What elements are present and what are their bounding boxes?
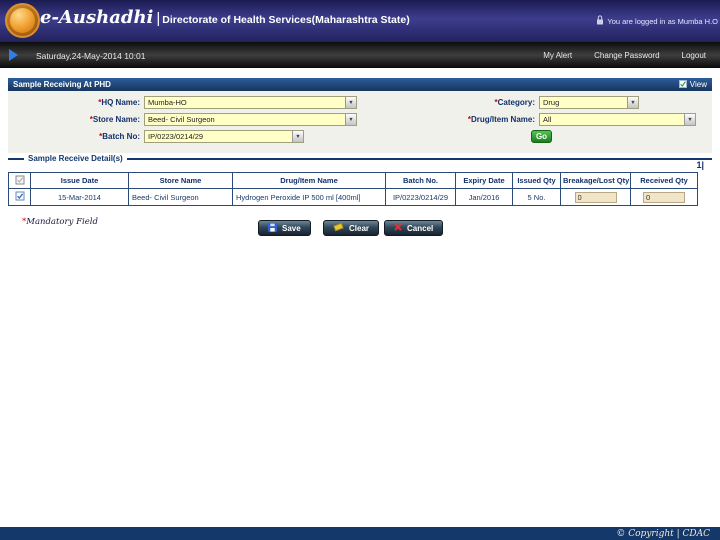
hq-name-label-text: HQ Name: (101, 98, 140, 107)
view-label: View (689, 80, 707, 89)
cell-received-qty (630, 188, 698, 206)
mandatory-note-text: Mandatory Field (26, 217, 98, 227)
save-icon (268, 222, 277, 234)
app-window: e-Aushadhi | Directorate of Health Servi… (0, 0, 720, 540)
hq-name-value: Mumba-HO (148, 98, 187, 107)
go-button[interactable]: Go (531, 130, 552, 143)
org-name: Directorate of Health Services(Maharasht… (162, 14, 410, 26)
col-header-drug-item: Drug/Item Name (232, 172, 386, 189)
table-row: 15-Mar-2014 Beed- Civil Surgeon Hydrogen… (8, 188, 698, 206)
category-value: Drug (543, 98, 560, 107)
save-label: Save (282, 223, 301, 233)
emblem-logo-icon (5, 3, 40, 38)
category-select[interactable]: Drug ▼ (539, 96, 639, 109)
cell-issued-qty: 5 No. (512, 188, 561, 206)
datetime-text: Saturday,24-May-2014 10:01 (36, 51, 146, 61)
drug-item-label-text: Drug/Item Name: (470, 115, 535, 124)
chevron-down-icon: ▼ (684, 114, 695, 125)
cell-batch-no: IP/0223/0214/29 (385, 188, 456, 206)
app-header: e-Aushadhi | Directorate of Health Servi… (0, 0, 720, 42)
divider-line (126, 157, 712, 160)
brand: e-Aushadhi | Directorate of Health Servi… (40, 7, 410, 28)
save-button[interactable]: Save (258, 220, 311, 236)
copyright-text: © Copyright | CDAC (616, 528, 710, 539)
lock-icon (596, 15, 604, 27)
nav-arrow-icon[interactable] (7, 48, 20, 67)
table-header-row: Issue Date Store Name Drug/Item Name Bat… (8, 172, 698, 189)
drug-item-value: All (543, 115, 552, 124)
chevron-down-icon: ▼ (345, 97, 356, 108)
navbar: Saturday,24-May-2014 10:01 My Alert Chan… (0, 42, 720, 68)
clear-label: Clear (349, 223, 370, 233)
cancel-x-icon (394, 223, 402, 233)
drug-item-label: *Drug/Item Name: (420, 115, 535, 124)
hq-name-select[interactable]: Mumba-HO ▼ (144, 96, 357, 109)
cell-expiry-date: Jan/2016 (455, 188, 513, 206)
row-checkbox[interactable] (8, 188, 31, 206)
section-divider: Sample Receive Detail(s) (8, 154, 712, 163)
col-header-issued-qty: Issued Qty (512, 172, 561, 189)
login-status-text: You are logged in as Mumba H.O (607, 16, 718, 26)
chevron-down-icon: ▼ (627, 97, 638, 108)
col-header-batch-no: Batch No. (385, 172, 456, 189)
store-name-select[interactable]: Beed- Civil Surgeon ▼ (144, 113, 357, 126)
col-header-received-qty: Received Qty (630, 172, 698, 189)
batch-no-label-text: Batch No: (102, 132, 140, 141)
col-header-expiry-date: Expiry Date (455, 172, 513, 189)
col-header-breakage-qty: Breakage/Lost Qty (560, 172, 631, 189)
cell-issue-date: 15-Mar-2014 (30, 188, 129, 206)
drug-item-select[interactable]: All ▼ (539, 113, 696, 126)
chevron-down-icon: ▼ (292, 131, 303, 142)
batch-no-label: *Batch No: (30, 132, 140, 141)
change-password-link[interactable]: Change Password (594, 51, 659, 60)
footer: © Copyright | CDAC (0, 527, 720, 540)
cell-drug-item: Hydrogen Peroxide IP 500 ml [400ml] (232, 188, 386, 206)
cancel-label: Cancel (407, 223, 434, 233)
category-label-text: Category: (497, 98, 535, 107)
brand-separator: | (156, 10, 161, 27)
sample-receive-table: Issue Date Store Name Drug/Item Name Bat… (8, 172, 698, 206)
cancel-button[interactable]: Cancel (384, 220, 444, 236)
store-name-label-text: Store Name: (92, 115, 140, 124)
nav-links: My Alert Change Password Logout (543, 51, 706, 60)
page-title-bar: Sample Receiving At PHD View (8, 78, 712, 91)
view-control[interactable]: View (678, 79, 707, 90)
divider-line (8, 157, 24, 160)
page-number[interactable]: 1| (696, 160, 704, 170)
hq-name-label: *HQ Name: (30, 98, 140, 107)
my-alert-link[interactable]: My Alert (543, 51, 572, 60)
breakage-qty-input[interactable] (574, 191, 617, 203)
select-all-checkbox[interactable] (8, 172, 31, 189)
cell-store-name: Beed- Civil Surgeon (128, 188, 233, 206)
main-content: Sample Receiving At PHD View *HQ Name: M… (0, 68, 720, 527)
received-qty-input[interactable] (643, 191, 685, 203)
eraser-icon (333, 222, 344, 234)
brand-name: e-Aushadhi (40, 7, 154, 28)
chevron-down-icon: ▼ (345, 114, 356, 125)
batch-no-value: IP/0223/0214/29 (148, 132, 204, 141)
category-label: *Category: (420, 98, 535, 107)
clear-button[interactable]: Clear (323, 220, 380, 236)
col-header-store-name: Store Name (128, 172, 233, 189)
col-header-issue-date: Issue Date (30, 172, 129, 189)
logout-link[interactable]: Logout (682, 51, 706, 60)
batch-no-select[interactable]: IP/0223/0214/29 ▼ (144, 130, 304, 143)
store-name-value: Beed- Civil Surgeon (148, 115, 215, 124)
login-status: You are logged in as Mumba H.O (596, 15, 718, 27)
store-name-label: *Store Name: (30, 115, 140, 124)
cell-breakage-qty (560, 188, 631, 206)
page-title: Sample Receiving At PHD (13, 80, 111, 89)
view-icon (678, 79, 687, 90)
section-title: Sample Receive Detail(s) (28, 154, 123, 163)
mandatory-field-note: *Mandatory Field (22, 217, 98, 227)
